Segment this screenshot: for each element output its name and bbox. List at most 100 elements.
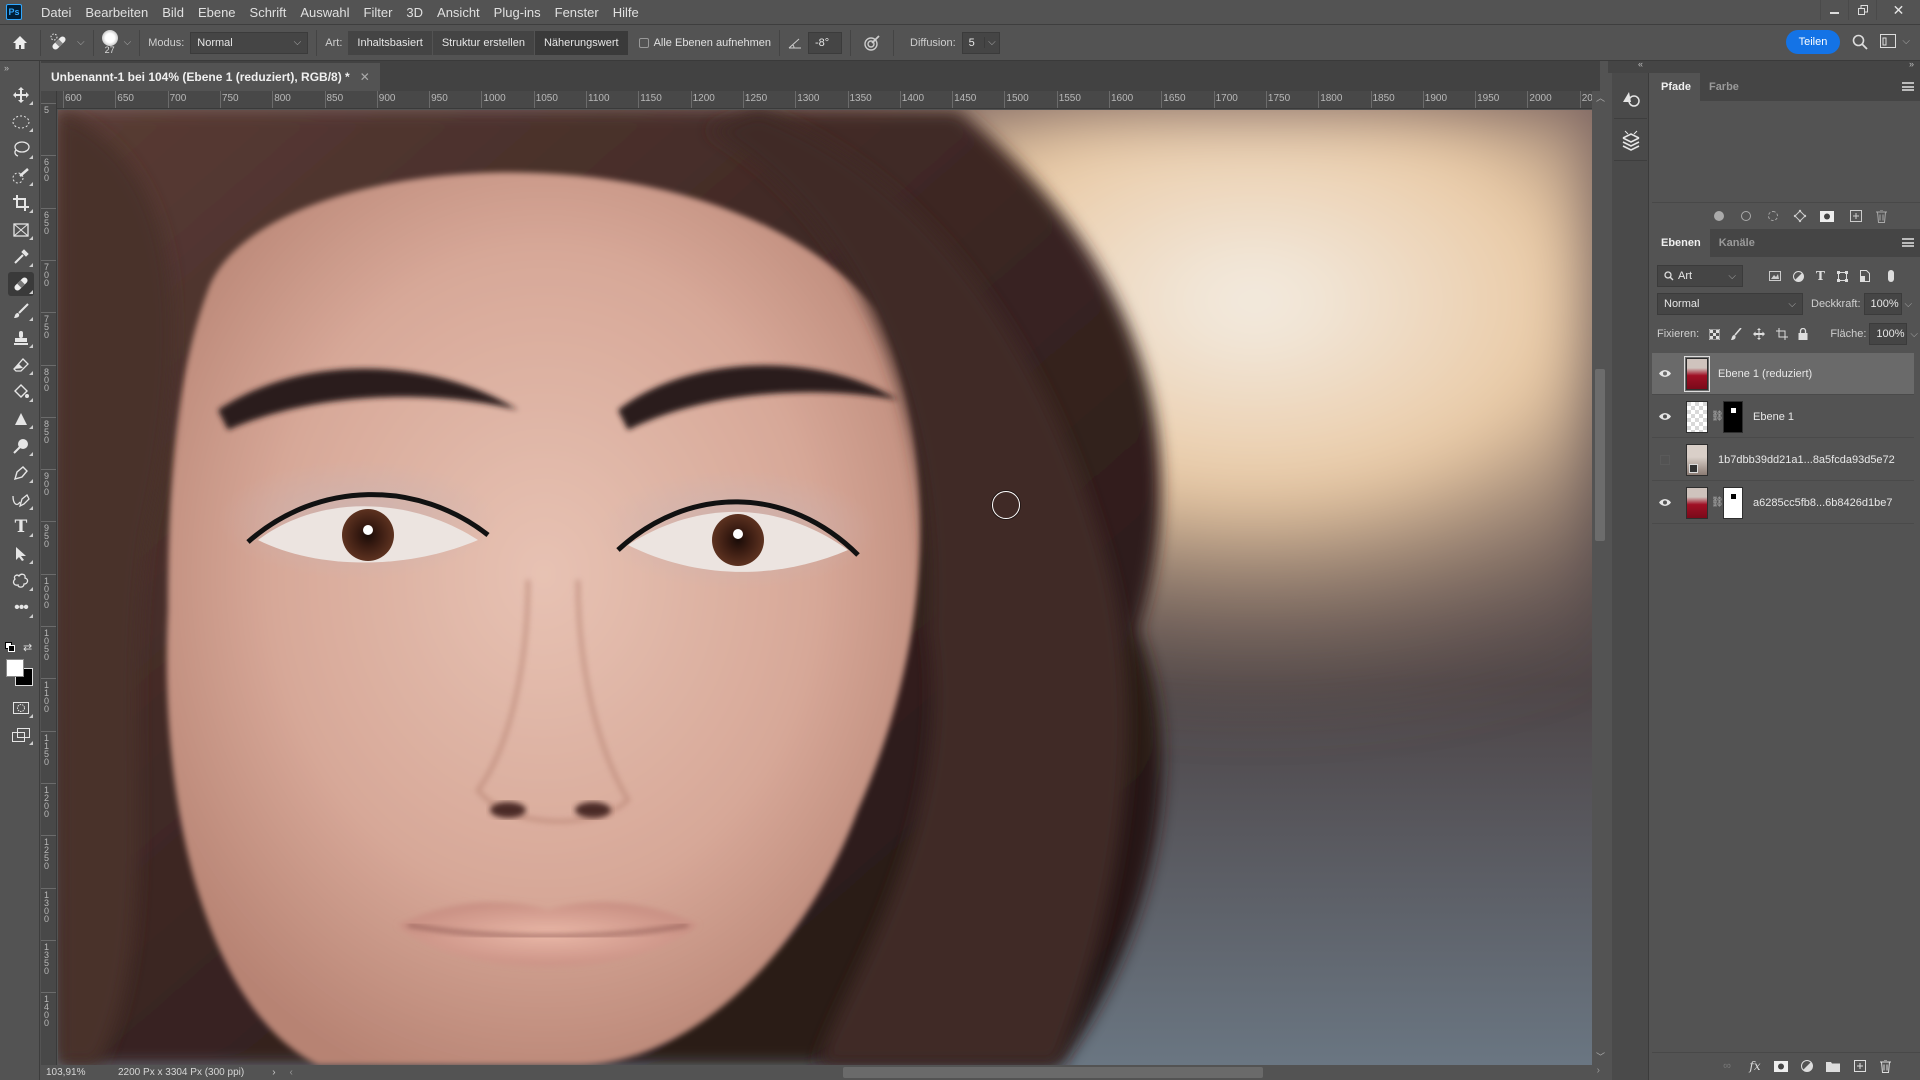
sharpen-tool[interactable] (8, 407, 34, 431)
fill-path-button[interactable] (1712, 209, 1726, 223)
brush-picker[interactable]: 27 ⌵ (101, 30, 131, 55)
minimize-button[interactable] (1820, 0, 1848, 20)
layer-filter-select[interactable]: Art ⌵ (1657, 265, 1743, 287)
menu-3d[interactable]: 3D (399, 0, 430, 25)
zoom-level[interactable]: 103,91% (46, 1067, 106, 1078)
more-tools[interactable]: ••• (8, 596, 34, 620)
blend-mode-select[interactable]: Normal ⌵ (1657, 293, 1803, 315)
content-aware-button[interactable]: Inhaltsbasiert (348, 30, 433, 55)
layer-row[interactable]: 1b7dbb39dd21a1...8a5fcda93d5e72 (1652, 439, 1914, 481)
link-layers-button[interactable]: ∞ (1720, 1059, 1734, 1073)
new-group-button[interactable] (1826, 1059, 1840, 1073)
toolbar-collapse-icon[interactable]: » (4, 63, 9, 73)
panel-menu-icon[interactable] (1902, 238, 1914, 247)
screen-mode-button[interactable] (8, 723, 34, 747)
quick-selection-tool[interactable] (8, 164, 34, 188)
diffusion-select[interactable]: 5 ⌵ (961, 31, 1000, 54)
menu-filter[interactable]: Filter (357, 0, 400, 25)
status-menu-arrow-icon[interactable]: › (272, 1067, 275, 1078)
scroll-up-icon[interactable]: ︿ (1596, 91, 1605, 104)
menu-fenster[interactable]: Fenster (548, 0, 606, 25)
tab-ebenen[interactable]: Ebenen (1652, 229, 1710, 257)
dodge-tool[interactable] (8, 434, 34, 458)
sample-all-layers-checkbox[interactable]: Alle Ebenen aufnehmen (638, 37, 771, 49)
lasso-tool[interactable] (8, 137, 34, 161)
paint-bucket-tool[interactable] (8, 380, 34, 404)
new-layer-button[interactable] (1853, 1059, 1867, 1073)
fill-input[interactable]: 100% (1869, 323, 1908, 345)
layer-row[interactable]: Ebene 1 (reduziert) (1652, 353, 1914, 395)
lock-artboard-button[interactable] (1776, 328, 1789, 340)
visibility-toggle[interactable] (1652, 498, 1678, 507)
load-as-selection-button[interactable] (1766, 209, 1780, 223)
close-tab-icon[interactable]: ✕ (360, 70, 370, 84)
tab-kanaele[interactable]: Kanäle (1710, 229, 1764, 257)
filter-type-button[interactable]: T (1816, 269, 1825, 283)
visibility-toggle[interactable] (1652, 412, 1678, 421)
new-path-button[interactable] (1849, 209, 1863, 223)
frame-tool[interactable] (8, 218, 34, 242)
horizontal-ruler[interactable]: 600 650 700 750 800 850 900 950 1000 1050 1100 1150… (57, 91, 1600, 109)
layer-style-button[interactable]: fx (1748, 1059, 1762, 1073)
marquee-tool[interactable] (8, 110, 34, 134)
menu-datei[interactable]: Datei (34, 0, 78, 25)
default-colors-button[interactable] (5, 642, 15, 652)
menu-hilfe[interactable]: Hilfe (606, 0, 646, 25)
pressure-size-toggle[interactable] (859, 34, 885, 52)
angle-input[interactable]: -8° (808, 31, 843, 54)
filter-adjustment-button[interactable] (1793, 270, 1804, 282)
make-work-path-button[interactable] (1793, 209, 1807, 223)
scroll-right-icon[interactable]: › (1597, 1065, 1600, 1076)
collapse-dock-icon[interactable]: « (1638, 59, 1643, 69)
layer-row[interactable]: ⛓ a6285cc5fb8...6b8426d1be7 (1652, 482, 1914, 524)
history-panel-button[interactable] (1614, 79, 1647, 119)
document-canvas[interactable] (58, 110, 1592, 1065)
share-button[interactable]: Teilen (1786, 30, 1840, 54)
menu-bild[interactable]: Bild (155, 0, 191, 25)
layer-row[interactable]: ⛓ Ebene 1 (1652, 396, 1914, 438)
home-button[interactable] (0, 35, 40, 50)
stroke-path-button[interactable] (1739, 209, 1753, 223)
lock-position-button[interactable] (1753, 328, 1766, 340)
add-mask-button[interactable] (1820, 209, 1834, 223)
layer-mask-thumbnail[interactable] (1723, 400, 1743, 433)
fill-dropdown-icon[interactable]: ⌵ (1910, 329, 1918, 340)
panel-menu-icon[interactable] (1902, 82, 1914, 91)
opacity-dropdown-icon[interactable]: ⌵ (1905, 299, 1913, 310)
3d-panel-button[interactable] (1614, 121, 1647, 161)
menu-ansicht[interactable]: Ansicht (430, 0, 487, 25)
vertical-scrollbar[interactable]: ︿ ﹀ (1592, 91, 1608, 1065)
link-icon[interactable]: ⛓ (1711, 411, 1724, 422)
type-tool[interactable]: T (8, 515, 34, 539)
tab-farbe[interactable]: Farbe (1700, 73, 1748, 101)
move-tool[interactable] (8, 83, 34, 107)
add-layer-mask-button[interactable] (1774, 1059, 1788, 1073)
tool-preset-picker[interactable]: ⌵ (49, 33, 85, 53)
brush-tool[interactable] (8, 299, 34, 323)
vertical-ruler[interactable]: 5 600 650 700 750 800 850 900 950 1000 1050 1100 115… (41, 91, 57, 1065)
filter-toggle[interactable] (1887, 270, 1894, 282)
quick-mask-button[interactable] (8, 696, 34, 720)
close-window-button[interactable]: ✕ (1876, 0, 1920, 20)
clone-stamp-tool[interactable] (8, 326, 34, 350)
scroll-down-icon[interactable]: ﹀ (1596, 1050, 1605, 1063)
filter-smart-object-button[interactable] (1859, 270, 1870, 282)
document-tab[interactable]: Unbenannt-1 bei 104% (Ebene 1 (reduziert… (41, 63, 380, 91)
opacity-input[interactable]: 100% (1863, 293, 1902, 315)
proximity-match-button[interactable]: Näherungswert (534, 30, 629, 55)
crop-tool[interactable] (8, 191, 34, 215)
menu-ebene[interactable]: Ebene (191, 0, 243, 25)
vertical-scrollbar-thumb[interactable] (1595, 369, 1605, 541)
restore-button[interactable] (1848, 0, 1876, 20)
lock-pixels-button[interactable] (1731, 328, 1742, 340)
filter-pixel-button[interactable] (1769, 271, 1781, 281)
expand-dock-icon[interactable]: » (1909, 59, 1914, 69)
adjustment-layer-button[interactable] (1800, 1059, 1814, 1073)
delete-path-button[interactable] (1874, 209, 1888, 223)
path-selection-tool[interactable] (8, 542, 34, 566)
visibility-toggle[interactable] (1652, 454, 1678, 465)
lock-transparent-button[interactable] (1709, 328, 1721, 340)
spot-healing-brush-tool[interactable] (8, 272, 34, 296)
link-icon[interactable]: ⛓ (1711, 497, 1724, 508)
freeform-pen-tool[interactable] (8, 488, 34, 512)
